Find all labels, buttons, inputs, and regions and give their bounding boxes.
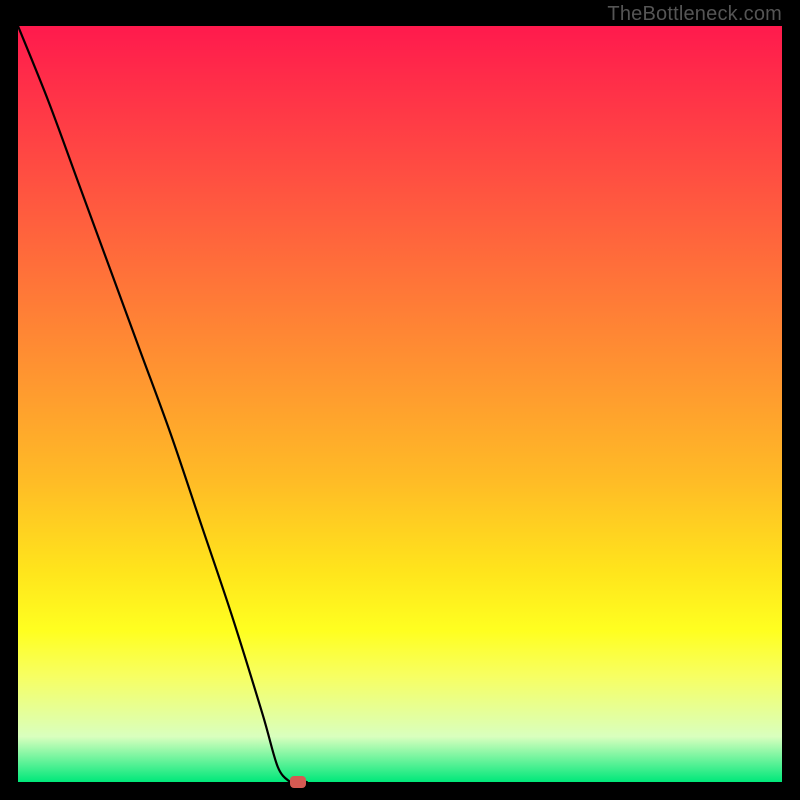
chart-curve-svg (18, 26, 782, 782)
curve-path (18, 26, 307, 782)
minimum-marker (290, 776, 306, 788)
watermark-text: TheBottleneck.com (607, 3, 782, 26)
